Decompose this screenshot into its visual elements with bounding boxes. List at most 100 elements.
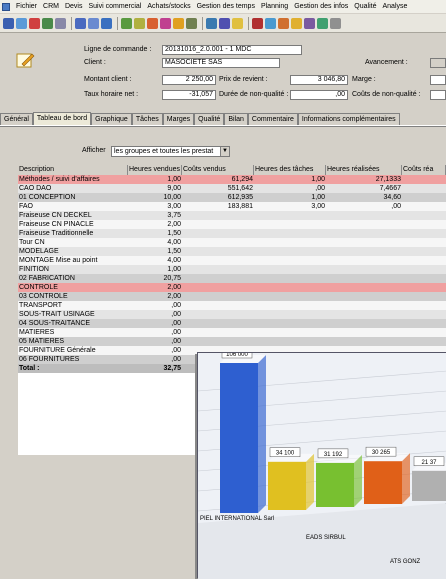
tab-additional-info[interactable]: Informations complémentaires [297, 113, 400, 125]
table-row[interactable]: 02 FABRICATION 20,75 [18, 274, 446, 283]
table-cell [182, 301, 254, 310]
table-cell [402, 274, 446, 283]
table-cell: TRANSPORT [19, 302, 63, 309]
table-row[interactable]: 05 MATIERES ,00 [18, 337, 446, 346]
chart-data-label: 31 192 [324, 452, 343, 458]
column-header[interactable]: Coûts vendus [182, 165, 254, 175]
folder-icon[interactable] [291, 17, 302, 29]
menu-item[interactable]: Devis [62, 3, 86, 10]
menu-item[interactable]: Analyse [379, 3, 410, 10]
tab-report[interactable]: Bilan [224, 113, 248, 125]
bar-chart: 106 000 PIEL INTERNATIONAL Sarl 34 100 EADS… [198, 353, 446, 579]
cart-icon[interactable] [265, 17, 276, 29]
tree-icon[interactable] [186, 17, 197, 29]
search-icon[interactable] [219, 17, 230, 29]
toolbar-separator [71, 16, 72, 30]
print-icon[interactable] [206, 17, 217, 29]
column-header[interactable]: Description [18, 165, 128, 175]
edit-icon[interactable] [147, 17, 158, 29]
column-header[interactable]: Coûts réa [402, 165, 446, 175]
document-icon[interactable] [304, 17, 315, 29]
info-icon[interactable] [16, 17, 27, 29]
table-body: Méthodes / suivi d'affaires 1,00 61,294 1,0… [18, 175, 446, 373]
tab-graph[interactable]: Graphique [91, 113, 132, 125]
tools-icon[interactable] [278, 17, 289, 29]
order-line-field[interactable]: 20131016_2.0.001 - 1 MDC [162, 45, 302, 55]
menu-item[interactable]: CRM [40, 3, 62, 10]
column-header[interactable]: Heures des tâches [254, 165, 326, 175]
tab-general[interactable]: Général [0, 113, 33, 125]
gear-icon[interactable] [173, 17, 184, 29]
pin-icon[interactable] [252, 17, 263, 29]
forward-icon[interactable] [88, 17, 99, 29]
table-row[interactable]: MONTAGE Mise au point 4,00 [18, 256, 446, 265]
cost-chart-popup: 106 000 PIEL INTERNATIONAL Sarl 34 100 EADS… [197, 352, 446, 579]
menu-item[interactable]: Gestion des temps [194, 3, 258, 10]
chart-category-label: EADS SIRBUL [306, 535, 346, 541]
table-cell [182, 238, 254, 247]
menu-item[interactable]: Planning [258, 3, 291, 10]
table-row[interactable]: CONTROLE 2,00 [18, 283, 446, 292]
table-row[interactable]: MODELAGE 1,50 [18, 247, 446, 256]
table-cell [326, 256, 402, 265]
toolbar-separator [117, 16, 118, 30]
table-cell [326, 292, 402, 301]
table-cell: 03 CONTROLE [19, 293, 68, 300]
save-icon[interactable] [3, 17, 14, 29]
table-cell: ,00 [171, 329, 181, 336]
display-filter-select[interactable]: les groupes et toutes les prestat ▼ [111, 146, 230, 157]
tab-dashboard[interactable]: Tableau de bord [32, 112, 92, 125]
refresh-icon[interactable] [121, 17, 132, 29]
next-icon[interactable] [101, 17, 112, 29]
table-row[interactable]: Fraiseuse CN DECKEL 3,75 [18, 211, 446, 220]
column-header[interactable]: Heures vendues [128, 165, 182, 175]
chart-bar [220, 363, 258, 513]
back-icon[interactable] [75, 17, 86, 29]
tab-tasks[interactable]: Tâches [131, 113, 163, 125]
table-row[interactable]: SOUS-TRAIT USINAGE ,00 [18, 310, 446, 319]
check-icon[interactable] [134, 17, 145, 29]
list-icon[interactable] [55, 17, 66, 29]
column-header[interactable]: Heures réalisées [326, 165, 402, 175]
table-cell: 4,00 [167, 257, 181, 264]
table-cell [254, 301, 326, 310]
dropdown-arrow-icon[interactable]: ▼ [220, 147, 229, 156]
filter-icon[interactable] [160, 17, 171, 29]
menu-item[interactable]: Suivi commercial [85, 3, 144, 10]
warning-icon[interactable] [232, 17, 243, 29]
menu-item[interactable]: Qualité [351, 3, 379, 10]
calendar-icon[interactable] [317, 17, 328, 29]
table-cell [402, 256, 446, 265]
chart-category-label: PIEL INTERNATIONAL Sarl [200, 516, 274, 522]
chart-icon[interactable] [42, 17, 53, 29]
table-row[interactable]: 01 CONCEPTION 10,00 612,935 1,00 34,60 [18, 193, 446, 202]
table-row[interactable]: Tour CN 4,00 [18, 238, 446, 247]
table-row[interactable]: MATIERES ,00 [18, 328, 446, 337]
table-row[interactable]: FINITION 1,00 [18, 265, 446, 274]
table-row[interactable]: 03 CONTROLE 2,00 [18, 292, 446, 301]
table-row[interactable]: Fraiseuse Traditionnelle 1,50 [18, 229, 446, 238]
menu-item[interactable]: Gestion des infos [291, 3, 351, 10]
dashboard-panel: Afficher les groupes et toutes les prest… [0, 126, 446, 579]
tab-margins[interactable]: Marges [162, 113, 195, 125]
menu-item[interactable]: Fichier [13, 3, 40, 10]
table-cell [182, 283, 254, 292]
menu-item[interactable]: Achats/stocks [144, 3, 193, 10]
table-row[interactable]: 04 SOUS-TRAITANCE ,00 [18, 319, 446, 328]
chart-bar [316, 462, 354, 507]
table-cell [402, 283, 446, 292]
client-label: Client : [84, 59, 106, 66]
table-row[interactable]: Fraiseuse CN PINACLE 2,00 [18, 220, 446, 229]
table-row[interactable]: FAO 3,00 183,881 3,00 ,00 [18, 202, 446, 211]
order-header: Ligne de commande : 20131016_2.0.001 - 1… [0, 34, 446, 108]
table-cell: 9,00 [167, 185, 181, 192]
table-row[interactable]: Méthodes / suivi d'affaires 1,00 61,294 1,0… [18, 175, 446, 184]
more-icon[interactable] [330, 17, 341, 29]
tab-quality[interactable]: Qualité [194, 113, 225, 125]
table-row[interactable]: CAO DAO 9,00 551,642 ,00 7,4667 [18, 184, 446, 193]
non-quality-cost-field [430, 90, 446, 100]
tab-comment[interactable]: Commentaire [247, 113, 298, 125]
table-row[interactable]: TRANSPORT ,00 [18, 301, 446, 310]
person-icon[interactable] [29, 17, 40, 29]
client-field[interactable]: MASOCIETE SAS [162, 58, 280, 68]
